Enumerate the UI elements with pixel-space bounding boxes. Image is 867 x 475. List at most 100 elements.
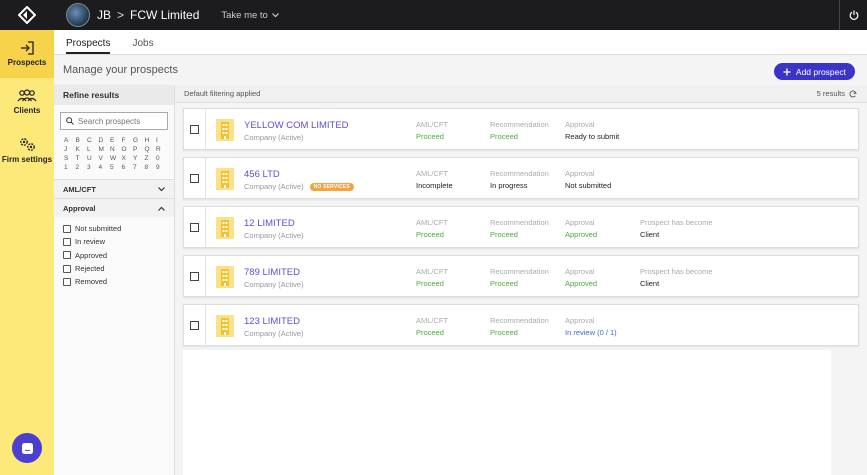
row-checkbox[interactable]	[190, 320, 199, 330]
letter-filter[interactable]: G	[133, 137, 145, 144]
letter-filter[interactable]: 9	[156, 164, 168, 171]
letter-filter[interactable]: N	[110, 146, 122, 153]
letter-filter[interactable]: F	[122, 137, 134, 144]
letter-filter[interactable]: P	[133, 146, 145, 153]
letter-filter[interactable]: A	[64, 137, 76, 144]
prospect-name-link[interactable]: 123 LIMITED	[244, 316, 300, 327]
tab-prospects[interactable]: Prospects	[66, 38, 111, 54]
breadcrumb-initials[interactable]: JB	[97, 8, 111, 22]
prospect-name-link[interactable]: 12 LIMITED	[244, 218, 295, 229]
aml-cft-label: AML/CFT	[416, 267, 449, 276]
aml-cft-value: Incomplete	[416, 181, 453, 190]
prospect-name-link[interactable]: YELLOW COM LIMITED	[244, 120, 349, 131]
letter-filter[interactable]: 8	[145, 164, 157, 171]
login-arrow-icon	[21, 41, 34, 55]
letter-filter[interactable]: 6	[122, 164, 134, 171]
letter-filter[interactable]: J	[64, 146, 76, 153]
approval-option-in-review[interactable]: In review	[63, 235, 174, 248]
approval-column: Approval Approved	[565, 267, 597, 288]
tab-jobs[interactable]: Jobs	[132, 38, 153, 54]
letter-filter[interactable]: E	[110, 137, 122, 144]
add-prospect-button[interactable]: Add prospect	[773, 63, 855, 80]
letter-filter[interactable]: V	[99, 155, 111, 162]
row-checkbox[interactable]	[190, 222, 199, 232]
chevron-up-icon	[158, 206, 165, 211]
take-me-to-dropdown[interactable]: Take me to	[221, 10, 279, 21]
row-checkbox[interactable]	[190, 124, 199, 134]
logout-button[interactable]	[839, 0, 867, 30]
sidebar-item-label: Clients	[13, 106, 41, 115]
checkbox[interactable]	[63, 264, 71, 273]
letter-filter[interactable]: 3	[87, 164, 99, 171]
letter-filter[interactable]: L	[87, 146, 99, 153]
approval-option-approved[interactable]: Approved	[63, 249, 174, 262]
letter-filter[interactable]: X	[122, 155, 134, 162]
checkbox[interactable]	[63, 277, 71, 286]
user-avatar[interactable]	[66, 3, 90, 27]
letter-filter[interactable]: K	[76, 146, 88, 153]
prospect-type: Company (Active)	[244, 280, 304, 289]
letter-filter[interactable]: 5	[110, 164, 122, 171]
app-logo[interactable]	[0, 0, 54, 30]
letter-filter[interactable]: D	[99, 137, 111, 144]
prospect-card[interactable]: 123 LIMITED Company (Active) AML/CFT Proc…	[183, 304, 859, 346]
approval-value[interactable]: In review (0 / 1)	[565, 328, 617, 337]
checkbox[interactable]	[63, 237, 71, 246]
approval-column: Approval Approved	[565, 218, 597, 239]
sidebar-item-prospects[interactable]: Prospects	[0, 30, 54, 78]
prospect-type-label: Company (Active)	[244, 182, 304, 191]
approval-option-rejected[interactable]: Rejected	[63, 262, 174, 275]
letter-filter[interactable]: T	[76, 155, 88, 162]
row-checkbox[interactable]	[190, 271, 199, 281]
aml-cft-label: AML/CFT	[416, 316, 449, 325]
approval-label: Approval	[565, 120, 595, 129]
sidebar-item-firm-settings[interactable]: Firm settings	[0, 126, 54, 174]
prospect-name-link[interactable]: 789 LIMITED	[244, 267, 300, 278]
prospect-card[interactable]: 789 LIMITED Company (Active) AML/CFT Proc…	[183, 255, 859, 297]
approval-column: Approval Ready to submit	[565, 120, 619, 141]
letter-filter[interactable]: 0	[156, 155, 168, 162]
letter-filter[interactable]: C	[87, 137, 99, 144]
prospect-card[interactable]: 456 LTD Company (Active) NO SERVICES AML/…	[183, 157, 859, 199]
letter-filter[interactable]: Q	[145, 146, 157, 153]
prospect-name-link[interactable]: 456 LTD	[244, 169, 280, 180]
approval-option-removed[interactable]: Removed	[63, 275, 174, 288]
row-checkbox[interactable]	[190, 173, 199, 183]
approval-option-not-submitted[interactable]: Not submitted	[63, 222, 174, 235]
letter-filter[interactable]: W	[110, 155, 122, 162]
checkbox[interactable]	[63, 251, 71, 260]
letter-filter[interactable]: S	[64, 155, 76, 162]
letter-filter[interactable]: 2	[76, 164, 88, 171]
aml-cft-accordion[interactable]: AML/CFT	[54, 179, 174, 198]
power-icon	[849, 10, 858, 20]
checkbox[interactable]	[63, 224, 71, 233]
approval-accordion[interactable]: Approval	[54, 198, 174, 217]
search-icon	[66, 117, 74, 125]
results-count: 5 results	[817, 89, 857, 98]
letter-filter[interactable]: 7	[133, 164, 145, 171]
chat-button[interactable]	[12, 433, 42, 463]
letter-filter[interactable]: H	[145, 137, 157, 144]
letter-filter[interactable]: Y	[133, 155, 145, 162]
search-input[interactable]	[78, 116, 164, 126]
letter-filter[interactable]: I	[156, 137, 168, 144]
letter-filter[interactable]: U	[87, 155, 99, 162]
letter-filter[interactable]: 1	[64, 164, 76, 171]
refresh-icon[interactable]	[849, 90, 857, 98]
prospect-card[interactable]: 12 LIMITED Company (Active) AML/CFT Proce…	[183, 206, 859, 248]
search-box[interactable]	[60, 112, 168, 130]
letter-filter[interactable]: B	[76, 137, 88, 144]
aml-cft-label: AML/CFT	[416, 120, 449, 129]
sidebar-item-clients[interactable]: Clients	[0, 78, 54, 126]
building-icon	[216, 119, 234, 141]
letter-filter[interactable]: M	[99, 146, 111, 153]
letter-filter[interactable]: R	[156, 146, 168, 153]
filter-note: Default filtering applied	[184, 89, 261, 98]
letter-filter[interactable]: Z	[145, 155, 157, 162]
letter-filter[interactable]: 4	[99, 164, 111, 171]
breadcrumb-firm[interactable]: FCW Limited	[130, 8, 199, 22]
approval-column: Approval Not submitted	[565, 169, 611, 190]
prospect-card[interactable]: YELLOW COM LIMITED Company (Active) AML/…	[183, 108, 859, 150]
logo-icon	[18, 6, 36, 24]
letter-filter[interactable]: O	[122, 146, 134, 153]
